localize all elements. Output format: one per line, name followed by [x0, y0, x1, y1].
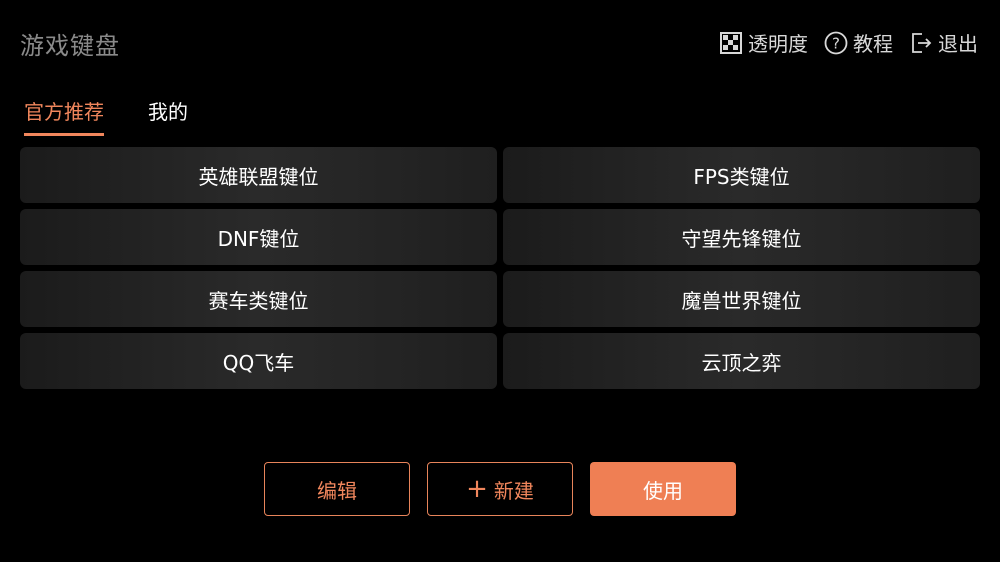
exit-button[interactable]: 退出 — [909, 28, 978, 57]
layout-item[interactable]: QQ飞车 — [20, 333, 497, 389]
transparency-icon — [719, 31, 743, 55]
tab-bar: 官方推荐 我的 — [24, 96, 188, 136]
new-label: 新建 — [493, 478, 534, 503]
layout-item[interactable]: 云顶之弈 — [503, 333, 980, 389]
layout-grid: 英雄联盟键位 FPS类键位 DNF键位 守望先锋键位 赛车类键位 魔兽世界键位 … — [20, 147, 980, 389]
transparency-label: 透明度 — [748, 32, 808, 56]
layout-item[interactable]: FPS类键位 — [503, 147, 980, 203]
tutorial-button[interactable]: ? 教程 — [824, 28, 893, 57]
help-icon: ? — [824, 31, 848, 55]
page-title: 游戏键盘 — [20, 32, 120, 60]
edit-button[interactable]: 编辑 — [264, 462, 410, 516]
svg-text:?: ? — [832, 34, 840, 52]
layout-item[interactable]: DNF键位 — [20, 209, 497, 265]
top-actions: 透明度 ? 教程 退出 — [719, 28, 978, 57]
plus-icon: + — [466, 474, 488, 504]
transparency-button[interactable]: 透明度 — [719, 28, 808, 57]
new-button[interactable]: + 新建 — [427, 462, 573, 516]
layout-item[interactable]: 守望先锋键位 — [503, 209, 980, 265]
footer-buttons: 编辑 + 新建 使用 — [264, 462, 736, 516]
exit-icon — [909, 31, 933, 55]
exit-label: 退出 — [938, 32, 978, 56]
tab-official-recommend[interactable]: 官方推荐 — [24, 96, 104, 136]
edit-label: 编辑 — [317, 478, 357, 503]
use-label: 使用 — [643, 478, 683, 503]
layout-item[interactable]: 魔兽世界键位 — [503, 271, 980, 327]
tutorial-label: 教程 — [853, 32, 893, 56]
tab-mine[interactable]: 我的 — [148, 96, 188, 136]
layout-item[interactable]: 英雄联盟键位 — [20, 147, 497, 203]
use-button[interactable]: 使用 — [590, 462, 736, 516]
layout-item[interactable]: 赛车类键位 — [20, 271, 497, 327]
